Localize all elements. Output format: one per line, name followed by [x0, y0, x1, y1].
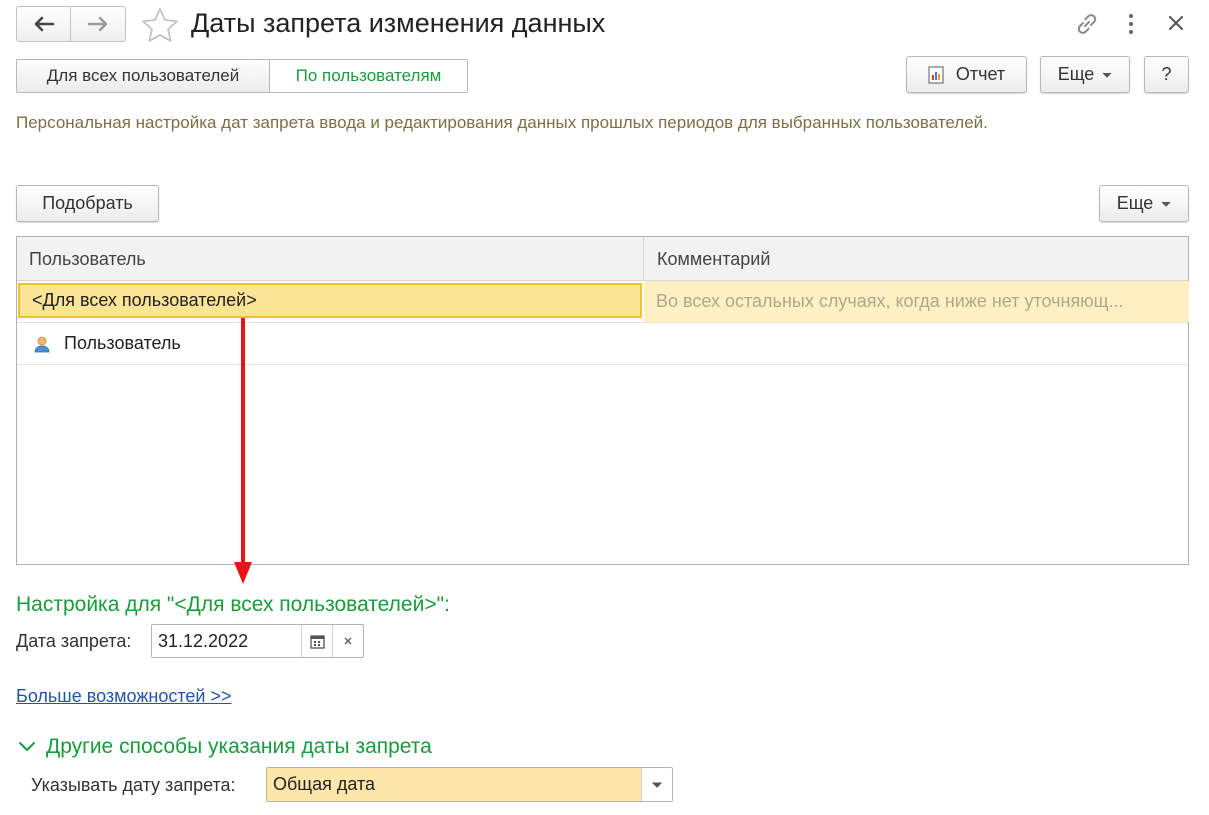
- more-options-link[interactable]: Больше возможностей >>: [16, 686, 232, 707]
- clear-button[interactable]: [333, 625, 363, 657]
- column-header-comment[interactable]: Комментарий: [657, 237, 770, 281]
- help-button[interactable]: ?: [1144, 56, 1189, 93]
- chevron-down-icon: [652, 782, 662, 788]
- users-table[interactable]: Пользователь Комментарий <Для всех польз…: [16, 236, 1189, 565]
- more-list-label: Еще: [1116, 193, 1154, 213]
- date-mode-label: Указывать дату запрета:: [31, 775, 236, 795]
- forward-button[interactable]: [71, 7, 125, 41]
- mode-tabs: Для всех пользователей По пользователям: [16, 59, 468, 93]
- annotation-arrow: [234, 318, 252, 584]
- star-icon[interactable]: [141, 7, 179, 43]
- chevron-down-icon: [1161, 201, 1171, 207]
- calendar-button[interactable]: [302, 625, 333, 657]
- date-input[interactable]: 31.12.2022: [152, 625, 302, 657]
- pick-label: Подобрать: [42, 193, 133, 213]
- tab-by-users[interactable]: По пользователям: [270, 60, 467, 92]
- column-header-user[interactable]: Пользователь: [29, 237, 146, 281]
- chevron-down-icon: [1102, 72, 1112, 78]
- page-title: Даты запрета изменения данных: [191, 8, 606, 38]
- date-mode-value[interactable]: Общая дата: [267, 768, 641, 801]
- table-row[interactable]: Пользователь: [17, 323, 1188, 365]
- nav-group: [16, 6, 126, 42]
- dropdown-button[interactable]: [641, 768, 672, 801]
- close-icon[interactable]: [1166, 13, 1186, 33]
- cell-user-selected[interactable]: <Для всех пользователей>: [18, 283, 642, 318]
- help-label: ?: [1161, 64, 1172, 84]
- date-label: Дата запрета:: [16, 631, 132, 651]
- table-header: Пользователь Комментарий: [17, 237, 1188, 281]
- tab-all-users[interactable]: Для всех пользователей: [17, 60, 270, 92]
- date-mode-select[interactable]: Общая дата: [266, 767, 673, 802]
- clear-icon: [344, 637, 352, 645]
- vertical-dots-icon[interactable]: [1122, 12, 1140, 36]
- chevron-down-icon[interactable]: [18, 741, 36, 753]
- cell-user[interactable]: Пользователь: [64, 333, 181, 354]
- date-field[interactable]: 31.12.2022: [151, 624, 364, 658]
- more-button-list[interactable]: Еще: [1099, 185, 1189, 222]
- arrow-left-icon: [34, 16, 54, 32]
- more-button-top[interactable]: Еще: [1040, 56, 1130, 93]
- column-divider[interactable]: [643, 237, 644, 281]
- hint-text: Персональная настройка дат запрета ввода…: [16, 113, 988, 132]
- settings-heading: Настройка для "<Для всех пользователей>"…: [16, 593, 450, 616]
- report-button[interactable]: Отчет: [906, 56, 1027, 93]
- arrow-right-icon: [87, 16, 108, 32]
- calendar-icon: [309, 634, 325, 649]
- more-label: Еще: [1057, 64, 1095, 84]
- pick-button[interactable]: Подобрать: [16, 185, 159, 222]
- other-methods-heading[interactable]: Другие способы указания даты запрета: [46, 735, 432, 759]
- report-icon: [928, 65, 944, 84]
- table-row-selected[interactable]: <Для всех пользователей> Во всех остальн…: [17, 281, 1189, 323]
- report-label: Отчет: [955, 64, 1006, 84]
- back-button[interactable]: [17, 7, 71, 41]
- user-icon: [34, 336, 50, 353]
- cell-comment-selected[interactable]: Во всех остальных случаях, когда ниже не…: [644, 281, 1189, 322]
- link-icon[interactable]: [1073, 10, 1101, 38]
